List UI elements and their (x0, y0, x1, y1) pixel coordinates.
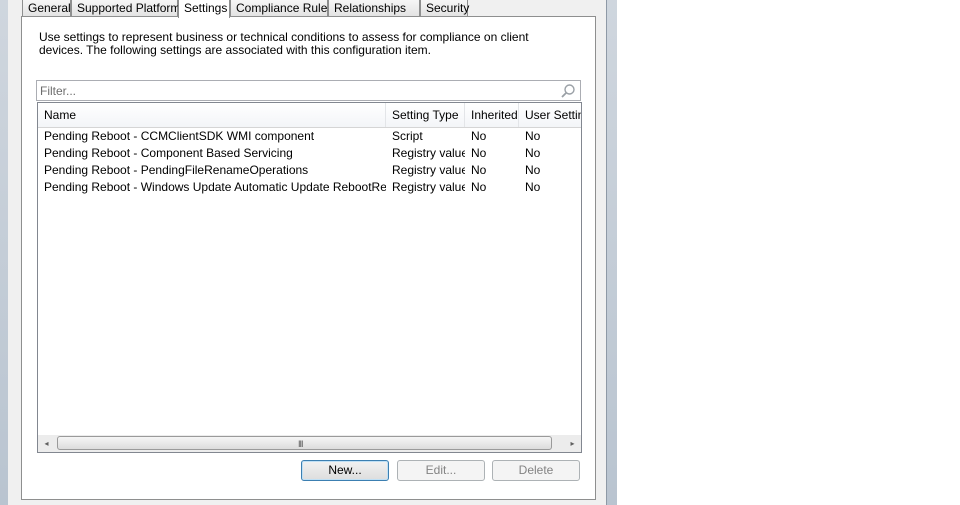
column-header-setting-type[interactable]: Setting Type (386, 103, 465, 127)
filter-box[interactable] (36, 80, 581, 101)
scroll-right-arrow-icon[interactable]: ▸ (564, 435, 581, 452)
new-button[interactable]: New... (301, 460, 389, 481)
tab-settings[interactable]: Settings (178, 0, 230, 18)
cell-inherited: No (471, 129, 487, 143)
cell-setting-type: Registry value (392, 180, 465, 194)
cell-user-setting: No (525, 129, 541, 143)
filter-input[interactable] (40, 83, 550, 98)
cell-name: Pending Reboot - Windows Update Automati… (44, 180, 386, 194)
tab-compliance-rules[interactable]: Compliance Rules (230, 0, 333, 16)
cell-name: Pending Reboot - CCMClientSDK WMI compon… (44, 129, 315, 143)
scroll-left-arrow-icon[interactable]: ◂ (38, 435, 55, 452)
table-row[interactable]: Pending Reboot - CCMClientSDK WMI compon… (38, 128, 581, 145)
dialog-window: General Supported Platforms Settings Com… (0, 0, 617, 505)
tab-supported-platforms[interactable]: Supported Platforms (71, 0, 186, 16)
column-header-inherited[interactable]: Inherited (465, 103, 519, 127)
settings-list: Name Setting Type Inherited User Setting… (37, 102, 582, 453)
window-frame-left (0, 0, 8, 505)
settings-description: Use settings to represent business or te… (39, 30, 529, 57)
cell-inherited: No (471, 163, 487, 177)
tab-relationships[interactable]: Relationships (328, 0, 420, 16)
search-icon[interactable] (560, 83, 576, 99)
table-row[interactable]: Pending Reboot - Component Based Servici… (38, 145, 581, 162)
scrollbar-grip-icon: III (298, 439, 303, 449)
cell-setting-type: Script (392, 129, 423, 143)
cell-user-setting: No (525, 163, 541, 177)
cell-inherited: No (471, 146, 487, 160)
edit-button[interactable]: Edit... (397, 460, 485, 481)
table-row[interactable]: Pending Reboot - Windows Update Automati… (38, 179, 581, 196)
cell-setting-type: Registry value (392, 163, 465, 177)
cell-name: Pending Reboot - Component Based Servici… (44, 146, 293, 160)
cell-user-setting: No (525, 180, 541, 194)
cell-name: Pending Reboot - PendingFileRenameOperat… (44, 163, 309, 177)
column-header-user-setting[interactable]: User Setting (519, 103, 581, 127)
cell-user-setting: No (525, 146, 541, 160)
delete-button[interactable]: Delete (492, 460, 580, 481)
window-frame-right (606, 0, 617, 505)
cell-inherited: No (471, 180, 487, 194)
tab-security[interactable]: Security (420, 0, 469, 16)
list-header: Name Setting Type Inherited User Setting (38, 103, 581, 128)
horizontal-scrollbar[interactable]: ◂ III ▸ (38, 435, 581, 452)
cell-setting-type: Registry value (392, 146, 465, 160)
tab-general[interactable]: General (22, 0, 71, 16)
scrollbar-thumb[interactable]: III (57, 436, 552, 450)
table-row[interactable]: Pending Reboot - PendingFileRenameOperat… (38, 162, 581, 179)
column-header-name[interactable]: Name (38, 103, 386, 127)
